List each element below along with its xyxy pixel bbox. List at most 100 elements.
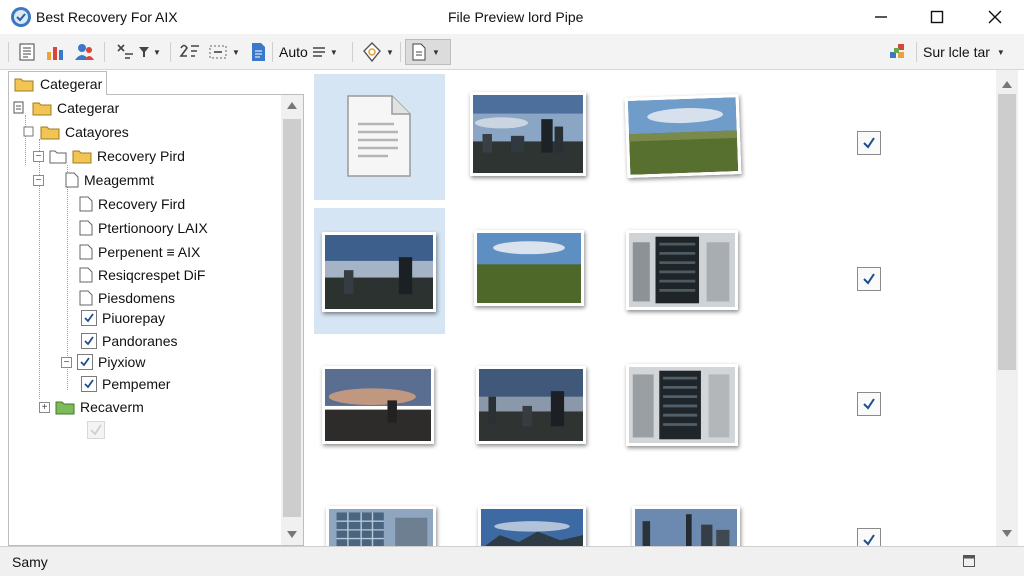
filter-button[interactable]: ▼ bbox=[112, 39, 164, 65]
tree-item[interactable]: Recovery Fird bbox=[79, 193, 185, 215]
city-skyline-photo bbox=[479, 369, 583, 441]
tree-item[interactable]: Categerar bbox=[13, 97, 119, 119]
search-target-label: Sur lcle tar bbox=[923, 44, 990, 60]
tree-item-label: Categerar bbox=[57, 100, 120, 116]
preview-mode-button[interactable]: ▼ bbox=[405, 39, 451, 65]
tree-item-label: Recaverm bbox=[80, 399, 144, 415]
file-icon bbox=[79, 290, 93, 306]
item-checkbox[interactable] bbox=[77, 354, 93, 370]
maximize-button[interactable] bbox=[912, 0, 962, 34]
document-blue-icon bbox=[252, 43, 265, 61]
tree-item[interactable]: Catayores bbox=[23, 121, 129, 143]
check-icon bbox=[90, 424, 102, 436]
check-icon bbox=[80, 357, 90, 367]
bar-chart-icon bbox=[47, 47, 63, 60]
preview-scroll-thumb[interactable] bbox=[998, 94, 1016, 370]
status-text: Samy bbox=[12, 554, 48, 570]
sort-button[interactable] bbox=[176, 39, 204, 65]
window-title: File Preview lord Pipe bbox=[448, 9, 584, 25]
select-checkbox[interactable] bbox=[857, 392, 881, 416]
minimize-button[interactable] bbox=[856, 0, 906, 34]
file-tile-image[interactable] bbox=[476, 366, 588, 446]
sunset-city-photo bbox=[325, 369, 431, 441]
tree-item-label: Perpenent ≡ AIX bbox=[98, 244, 201, 260]
city-skyline-photo bbox=[325, 235, 433, 309]
file-icon bbox=[79, 196, 93, 212]
photo-thumbnail bbox=[322, 232, 436, 312]
tree-item[interactable]: Perpenent ≡ AIX bbox=[79, 241, 200, 263]
file-tile-image[interactable] bbox=[470, 92, 590, 180]
photo-thumbnail bbox=[476, 366, 586, 444]
tree-item[interactable]: Pandoranes bbox=[81, 330, 178, 352]
close-button[interactable] bbox=[970, 0, 1020, 34]
file-tile-image[interactable] bbox=[474, 230, 588, 310]
minimize-icon bbox=[875, 16, 887, 18]
glass-building-photo bbox=[329, 509, 433, 546]
tree-item[interactable]: Ptertionoory LAIX bbox=[79, 217, 208, 239]
scroll-up-icon bbox=[287, 102, 297, 109]
tree-item[interactable]: − Meagemmt bbox=[33, 169, 154, 191]
file-tile-image[interactable] bbox=[326, 506, 438, 546]
preview-scrollbar[interactable] bbox=[996, 70, 1018, 546]
tree-item[interactable]: + Recaverm bbox=[39, 396, 144, 418]
file-tile-image[interactable] bbox=[624, 94, 746, 180]
file-icon bbox=[79, 267, 93, 283]
file-tile-image[interactable] bbox=[322, 366, 436, 446]
check-icon bbox=[863, 534, 875, 546]
title-bar: Best Recovery For AIX File Preview lord … bbox=[0, 0, 1024, 34]
page-icon bbox=[412, 43, 426, 61]
file-tile-image[interactable] bbox=[314, 208, 445, 334]
sidebar-scrollbar[interactable] bbox=[281, 95, 303, 545]
tree-item[interactable]: − Recovery Pird bbox=[33, 145, 185, 167]
resize-grip-icon[interactable] bbox=[962, 554, 976, 568]
file-tile-image[interactable] bbox=[626, 230, 744, 312]
photo-thumbnail bbox=[322, 366, 434, 444]
tree-item[interactable]: − Piyxiow bbox=[61, 351, 145, 373]
item-checkbox[interactable] bbox=[81, 333, 97, 349]
properties-button[interactable] bbox=[14, 39, 40, 65]
sort-icon bbox=[179, 44, 199, 57]
users-button[interactable] bbox=[70, 39, 98, 65]
close-icon bbox=[988, 10, 1002, 24]
tree-item[interactable]: Pempemer bbox=[81, 373, 170, 395]
tag-button[interactable]: ▼ bbox=[358, 39, 397, 65]
photo-thumbnail bbox=[478, 506, 586, 546]
chevron-down-icon: ▼ bbox=[232, 47, 240, 57]
search-target-button[interactable]: Sur lcle tar ▼ bbox=[920, 39, 1008, 65]
chevron-down-icon: ▼ bbox=[996, 47, 1005, 57]
apps-button[interactable] bbox=[884, 39, 910, 65]
tab-categories[interactable]: Categerar bbox=[8, 71, 107, 95]
tree-item-label: Ptertionoory LAIX bbox=[98, 220, 208, 236]
maximize-icon bbox=[930, 10, 944, 24]
scroll-up-icon bbox=[1002, 81, 1012, 88]
auto-button[interactable]: Auto ▼ bbox=[276, 39, 341, 65]
tree-item[interactable]: Resiqcrespet DiF bbox=[79, 264, 205, 286]
app-title: Best Recovery For AIX bbox=[36, 9, 178, 25]
item-checkbox[interactable] bbox=[81, 376, 97, 392]
file-tile-document[interactable] bbox=[314, 74, 445, 200]
item-checkbox[interactable] bbox=[81, 310, 97, 326]
select-checkbox[interactable] bbox=[857, 267, 881, 291]
select-checkbox[interactable] bbox=[857, 131, 881, 155]
document-button[interactable] bbox=[246, 39, 270, 65]
collapse-toggle[interactable]: − bbox=[33, 174, 44, 186]
chevron-down-icon: ▼ bbox=[432, 47, 440, 57]
tag-icon bbox=[363, 42, 381, 63]
select-checkbox[interactable] bbox=[857, 528, 881, 546]
scan-icon bbox=[117, 44, 133, 59]
tree-item-label: Catayores bbox=[65, 124, 129, 140]
sidebar-scroll-thumb[interactable] bbox=[283, 119, 301, 517]
tree-item-label: Meagemmt bbox=[84, 172, 155, 188]
chart-button[interactable] bbox=[42, 39, 68, 65]
photo-thumbnail bbox=[474, 230, 584, 306]
file-tile-image[interactable] bbox=[478, 506, 588, 546]
tree-item[interactable]: Piuorepay bbox=[81, 307, 165, 329]
check-icon bbox=[863, 137, 875, 149]
file-tile-image[interactable] bbox=[632, 506, 742, 546]
file-tile-image[interactable] bbox=[626, 364, 744, 448]
view-options-button[interactable]: ▼ bbox=[204, 39, 243, 65]
collapse-toggle[interactable]: − bbox=[61, 356, 72, 368]
tree-item[interactable]: Piesdomens bbox=[79, 287, 175, 309]
expand-toggle[interactable]: + bbox=[39, 401, 50, 413]
collapse-toggle[interactable]: − bbox=[33, 150, 44, 162]
